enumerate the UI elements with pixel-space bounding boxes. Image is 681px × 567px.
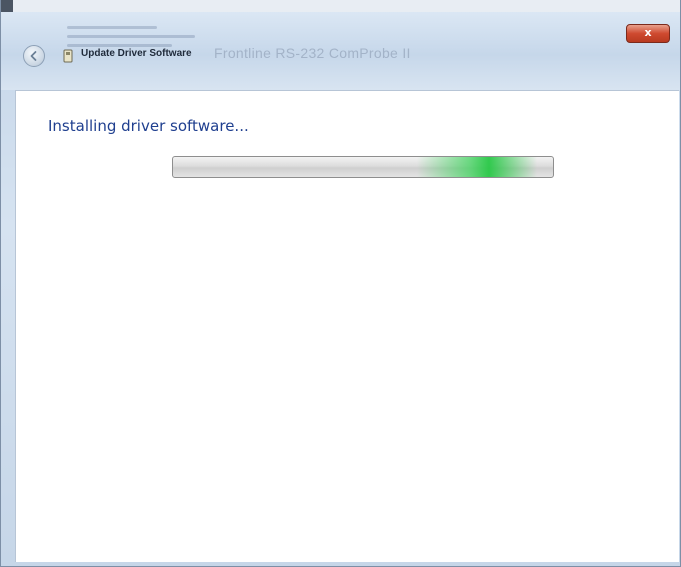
wizard-nav-row: Update Driver Software Frontline RS-232 … (1, 36, 680, 76)
wizard-window: x Update Driver Software Frontline RS-23… (0, 0, 681, 567)
back-arrow-icon (30, 51, 37, 61)
install-progress-bar (172, 156, 554, 178)
progress-glow (417, 157, 537, 177)
wizard-title: Update Driver Software (81, 48, 192, 59)
wizard-content-panel: Installing driver software... (15, 90, 679, 562)
window-top-edge (1, 0, 680, 12)
page-heading: Installing driver software... (48, 117, 249, 135)
device-name: Frontline RS-232 ComProbe II (214, 45, 411, 61)
device-icon (63, 49, 73, 63)
back-button[interactable] (23, 45, 45, 67)
background-window-edge (1, 0, 13, 12)
